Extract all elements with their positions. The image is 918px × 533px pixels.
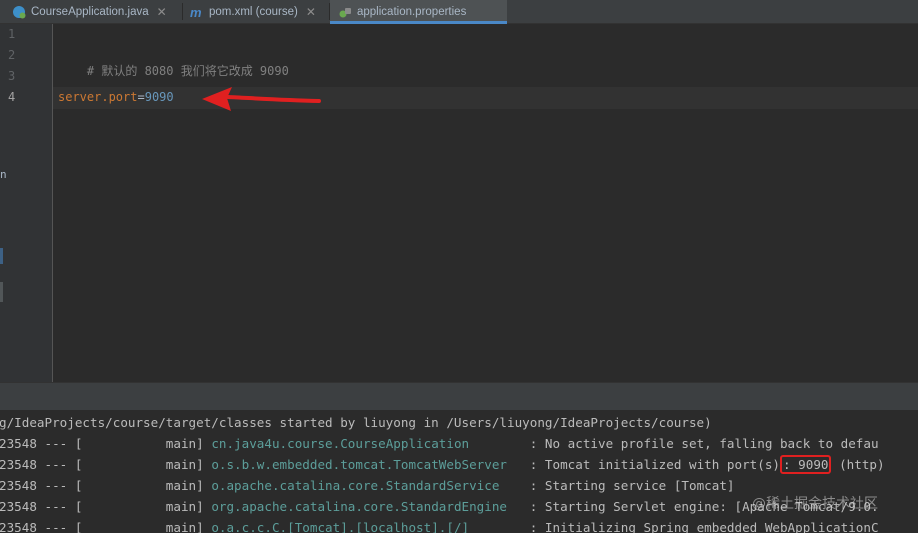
log-prefix: 23548 --- [ main] (0, 436, 212, 451)
log-prefix: 23548 --- [ main] (0, 520, 212, 533)
log-prefix: 23548 --- [ main] (0, 478, 212, 493)
line-number: 4 (8, 90, 16, 104)
property-key: server.port (58, 90, 138, 104)
log-logger: o.apache.catalina.core.StandardService (211, 478, 523, 493)
spring-java-class-icon (12, 5, 26, 19)
log-message: : Starting service [Tomcat] (522, 478, 735, 493)
log-prefix: 23548 --- [ main] (0, 457, 212, 472)
console-line: 23548 --- [ main] cn.java4u.course.Cours… (0, 433, 879, 454)
log-message-tail: (http) (831, 457, 885, 472)
tab-application-properties[interactable]: application.properties (330, 0, 507, 24)
log-logger: o.a.c.c.C.[Tomcat].[localhost].[/] (211, 520, 523, 533)
property-value: 9090 (144, 90, 174, 104)
line-number: 1 (8, 27, 16, 41)
editor-tab-bar: CourseApplication.java ✕ m pom.xml (cour… (0, 0, 918, 24)
line-number: 2 (8, 48, 16, 62)
tab-label: CourseApplication.java (31, 5, 149, 18)
maven-icon: m (190, 5, 204, 20)
tab-label: application.properties (357, 5, 467, 18)
line-number: 3 (8, 69, 16, 83)
tab-label: pom.xml (course) (209, 5, 298, 18)
tab-pom-xml[interactable]: m pom.xml (course) ✕ (190, 0, 316, 23)
console-line: 23548 --- [ main] o.a.c.c.C.[Tomcat].[lo… (0, 517, 879, 533)
tab-course-application[interactable]: CourseApplication.java ✕ (12, 0, 167, 23)
code-line-property: server.port=9090 (58, 90, 174, 104)
log-message: : Tomcat initialized with port(s) (522, 457, 780, 472)
structure-marker (0, 248, 3, 264)
log-logger: o.s.b.w.embedded.tomcat.TomcatWebServer (211, 457, 523, 472)
watermark: @稀土掘金技术社区 (752, 496, 878, 512)
line-number-gutter: 1 2 3 4 (0, 24, 53, 382)
structure-marker (0, 282, 3, 302)
log-logger: org.apache.catalina.core.StandardEngine (211, 499, 523, 514)
log-logger: cn.java4u.course.CourseApplication (211, 436, 523, 451)
spring-properties-icon (338, 5, 352, 19)
log-prefix: 23548 --- [ main] (0, 499, 212, 514)
property-equals: = (137, 90, 145, 104)
close-icon[interactable]: ✕ (306, 5, 316, 19)
console-line: g/IdeaProjects/course/target/classes sta… (0, 415, 712, 430)
console-line: 23548 --- [ main] org.apache.catalina.co… (0, 496, 879, 517)
run-console[interactable]: g/IdeaProjects/course/target/classes sta… (0, 410, 918, 533)
tool-window-divider[interactable] (0, 382, 918, 411)
close-icon[interactable]: ✕ (157, 5, 167, 19)
annotation-arrow-icon (202, 87, 321, 111)
comment-text: # 默认的 8080 我们将它改成 9090 (86, 64, 289, 78)
log-message: : No active profile set, falling back to… (522, 436, 879, 451)
tab-separator (182, 3, 183, 20)
console-line: 23548 --- [ main] o.s.b.w.embedded.tomca… (0, 454, 885, 475)
svg-text:m: m (190, 5, 202, 19)
side-panel-glyph: n (0, 168, 7, 181)
log-message: : Initializing Spring embedded WebApplic… (522, 520, 879, 533)
code-editor[interactable]: 1 2 3 4 n # 默认的 8080 我们将它改成 9090 server.… (0, 24, 918, 382)
console-line: 23548 --- [ main] o.apache.catalina.core… (0, 475, 735, 496)
port-highlight-box: : 9090 (779, 455, 832, 474)
